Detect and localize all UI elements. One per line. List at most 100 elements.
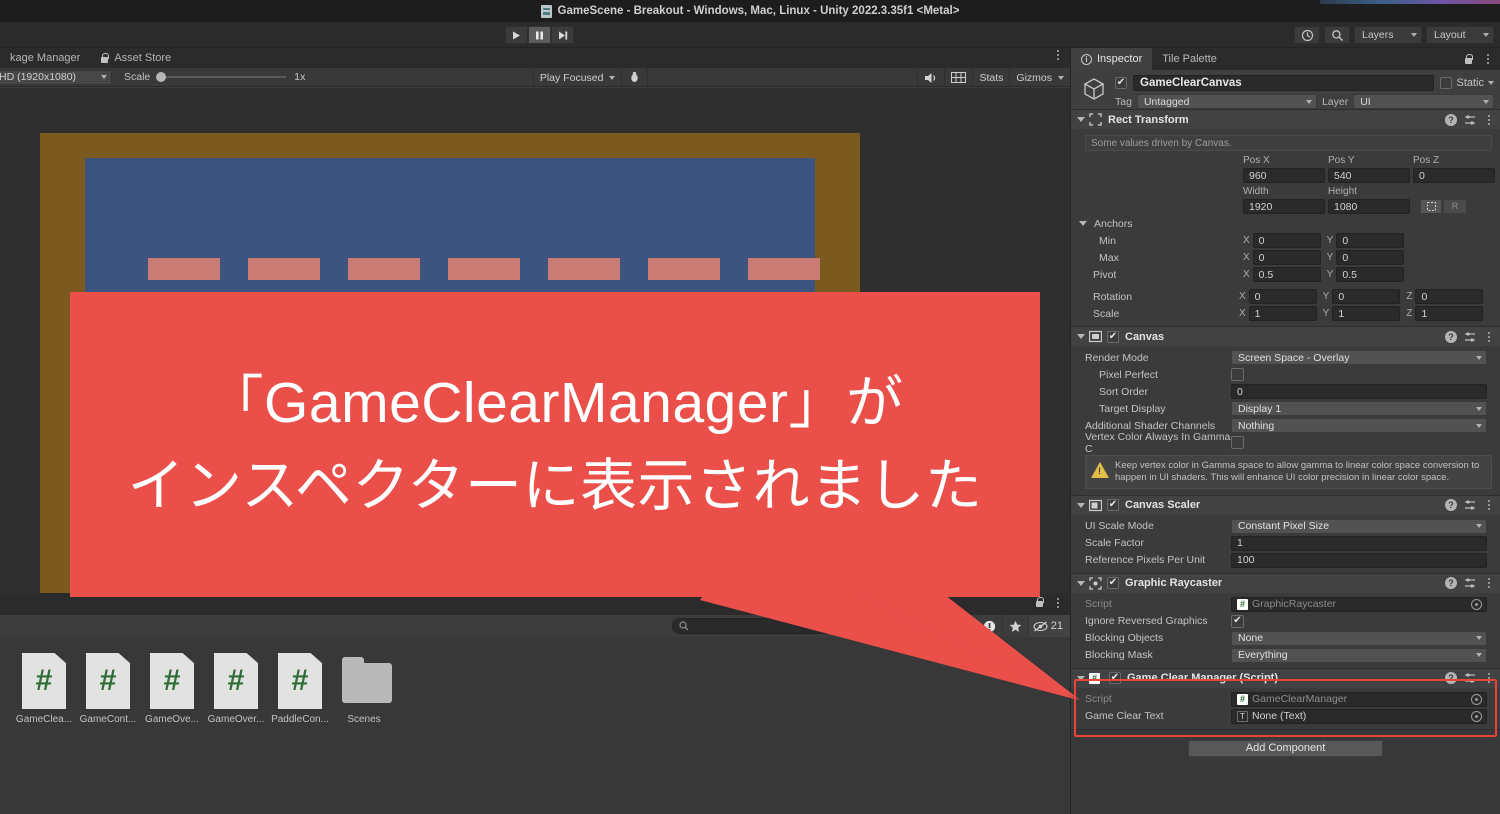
scale-factor-field[interactable]: 1 [1231,535,1487,551]
pos-y-field[interactable]: 540 [1328,168,1410,183]
static-checkbox[interactable] [1440,76,1453,89]
blocking-objects-dropdown[interactable]: None [1231,630,1487,646]
rotation-z-field[interactable]: 0 [1415,289,1484,304]
anchor-preset-button[interactable] [1420,199,1442,214]
favorite-filter-button[interactable] [1001,615,1028,637]
anchor-min-y-field[interactable]: 0 [1336,233,1405,248]
help-icon[interactable]: ? [1445,330,1457,343]
scale-x-field[interactable]: 1 [1248,306,1317,321]
stats-grid-button[interactable] [944,68,972,87]
tab-tile-palette[interactable]: Tile Palette [1152,48,1227,70]
component-header[interactable]: Rect Transform ? [1071,110,1500,129]
object-picker-icon[interactable] [1471,598,1482,610]
preset-icon[interactable] [1464,114,1476,126]
asset-item[interactable]: # PaddleCon... [268,653,332,814]
preset-icon[interactable] [1464,672,1476,684]
asset-item[interactable]: Scenes [332,653,396,814]
additional-shader-channels-dropdown[interactable]: Nothing [1231,418,1487,433]
static-toggle-group[interactable]: Static [1440,76,1494,89]
add-component-button[interactable]: Add Component [1188,739,1383,757]
expand-triangle-icon[interactable] [1077,334,1085,339]
chevron-down-icon[interactable] [1488,80,1494,85]
scale-y-field[interactable]: 1 [1332,306,1401,321]
script-object-field[interactable]: # GraphicRaycaster [1231,596,1487,612]
object-picker-icon[interactable] [1471,710,1482,722]
pivot-y-field[interactable]: 0.5 [1336,267,1405,282]
reference-pixels-per-unit-field[interactable]: 100 [1231,552,1487,568]
ui-scale-mode-dropdown[interactable]: Constant Pixel Size [1231,518,1487,534]
preset-icon[interactable] [1464,331,1476,343]
pixel-perfect-checkbox[interactable] [1231,368,1244,381]
component-enabled-checkbox[interactable] [1107,577,1119,590]
component-enabled-checkbox[interactable] [1107,330,1119,343]
gameobject-name-field[interactable]: GameClearCanvas [1133,74,1435,91]
blocking-mask-dropdown[interactable]: Everything [1231,647,1487,663]
preset-icon[interactable] [1464,577,1476,589]
pos-x-field[interactable]: 960 [1243,168,1325,183]
mute-audio-button[interactable] [917,68,944,87]
layer-dropdown[interactable]: UI [1353,94,1494,109]
width-field[interactable]: 1920 [1243,199,1325,214]
label-filter-button[interactable] [949,615,976,637]
expand-triangle-icon[interactable] [1077,580,1085,586]
pause-button[interactable] [528,26,551,44]
layers-dropdown[interactable]: Layers [1354,26,1422,44]
blueprint-mode-button[interactable]: R [1443,199,1467,214]
component-menu-icon[interactable] [1483,331,1495,342]
component-header[interactable]: Graphic Raycaster? [1071,573,1500,593]
gameobject-active-checkbox[interactable] [1115,76,1127,89]
panel-menu-icon[interactable] [1052,597,1064,608]
help-icon[interactable]: ? [1445,113,1457,126]
project-search-input[interactable] [672,618,967,634]
height-field[interactable]: 1080 [1328,199,1410,214]
anchors-expand-triangle-icon[interactable] [1079,221,1087,226]
tab-inspector[interactable]: i Inspector [1071,48,1153,70]
expand-triangle-icon[interactable] [1077,502,1085,508]
lock-icon[interactable] [1035,597,1044,608]
component-enabled-checkbox[interactable] [1107,499,1119,512]
pos-z-field[interactable]: 0 [1413,168,1495,183]
tab-package-manager[interactable]: kage Manager [0,48,91,68]
component-menu-icon[interactable] [1483,114,1495,125]
gizmos-dropdown[interactable]: Gizmos [1009,68,1070,87]
vertex-color-always-in-gamma-c-checkbox[interactable] [1231,436,1244,449]
aspect-ratio-dropdown[interactable]: HD (1920x1080) [0,69,112,85]
game-clear-text-object-field[interactable]: T None (Text) [1231,708,1487,724]
panel-menu-icon[interactable] [1482,54,1494,64]
component-menu-icon[interactable] [1483,578,1495,589]
play-focused-dropdown[interactable]: Play Focused [532,68,622,87]
step-button[interactable] [551,26,574,44]
scale-slider[interactable] [156,70,287,84]
scale-slider-knob[interactable] [156,72,167,82]
anchor-max-x-field[interactable]: 0 [1252,250,1321,265]
panel-menu-icon[interactable] [1052,50,1064,60]
target-display-dropdown[interactable]: Display 1 [1231,401,1487,416]
hidden-warnings-count[interactable]: 21 [1027,615,1070,637]
help-icon[interactable]: ? [1445,499,1457,512]
help-icon[interactable]: ? [1445,672,1457,685]
stats-button[interactable]: Stats [972,68,1009,87]
pivot-x-field[interactable]: 0.5 [1252,267,1321,282]
asset-item[interactable]: # GameCont... [76,653,140,814]
play-button[interactable] [505,26,528,44]
expand-triangle-icon[interactable] [1077,675,1085,681]
asset-item[interactable]: # GameClea... [12,653,76,814]
preset-icon[interactable] [1464,499,1476,511]
component-header[interactable]: # Game Clear Manager (Script)? [1071,668,1500,688]
component-menu-icon[interactable] [1483,500,1495,511]
component-header[interactable]: Canvas Scaler? [1071,495,1500,515]
asset-item[interactable]: # GameOver... [204,653,268,814]
tag-dropdown[interactable]: Untagged [1136,94,1317,109]
render-mode-dropdown[interactable]: Screen Space - Overlay [1231,350,1487,365]
frame-debugger-button[interactable] [621,68,647,87]
history-button[interactable] [1294,26,1320,44]
lock-icon[interactable] [1464,53,1473,65]
tab-asset-store[interactable]: Asset Store [90,48,182,68]
anchor-max-y-field[interactable]: 0 [1336,250,1405,265]
object-picker-icon[interactable] [1471,693,1482,705]
asset-item[interactable]: # GameOve... [140,653,204,814]
component-menu-icon[interactable] [1483,673,1495,684]
ignore-reversed-graphics-checkbox[interactable] [1231,614,1244,628]
help-icon[interactable]: ? [1445,577,1457,590]
search-button[interactable] [1324,26,1350,44]
